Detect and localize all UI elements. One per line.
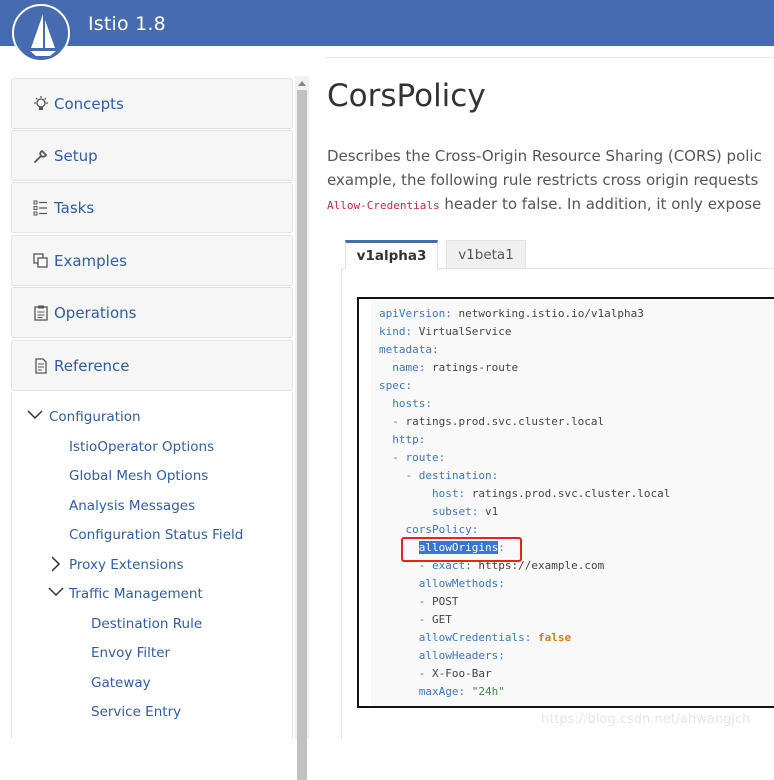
chevron-right-icon[interactable] (51, 556, 61, 572)
nav-gateway[interactable]: Gateway (91, 675, 151, 691)
wrench-icon (32, 147, 50, 165)
top-header: Istio 1.8 (0, 0, 774, 62)
document-icon (32, 357, 50, 375)
sidebar-item-operations[interactable]: Operations (11, 287, 293, 338)
nav-traffic-management[interactable]: Traffic Management (69, 586, 203, 602)
sidebar-item-setup[interactable]: Setup (11, 130, 293, 181)
sidebar-scrollbar[interactable] (295, 76, 309, 780)
sidebar-item-reference[interactable]: Reference (11, 340, 293, 391)
istio-logo-icon[interactable] (12, 4, 70, 62)
highlight-annotation-box (401, 537, 522, 562)
sidebar-item-label: Reference (54, 356, 130, 375)
watermark-text: https://blog.csdn.net/ahwangjch (541, 712, 751, 727)
scroll-up-arrow-icon[interactable] (295, 76, 309, 90)
sidebar-item-examples[interactable]: Examples (11, 235, 293, 286)
nav-service-entry[interactable]: Service Entry (91, 704, 181, 720)
nav-configuration-status-field[interactable]: Configuration Status Field (69, 527, 243, 543)
brand-title[interactable]: Istio 1.8 (88, 13, 166, 35)
tab-v1alpha3[interactable]: v1alpha3 (345, 240, 438, 269)
nav-proxy-extensions[interactable]: Proxy Extensions (69, 557, 184, 573)
sidebar-item-label: Setup (54, 146, 98, 165)
sidebar-item-label: Operations (54, 303, 137, 322)
description-line-1: Describes the Cross-Origin Resource Shar… (327, 147, 762, 165)
nav-global-mesh-options[interactable]: Global Mesh Options (69, 468, 208, 484)
yaml-code[interactable]: apiVersion: networking.istio.io/v1alpha3… (379, 305, 670, 701)
description-line-2: example, the following rule restricts cr… (327, 171, 759, 189)
sidebar-item-tasks[interactable]: Tasks (11, 182, 293, 233)
page-title: CorsPolicy (327, 78, 486, 114)
sidebar-item-concepts[interactable]: Concepts (11, 78, 293, 129)
sidebar-item-label: Examples (54, 251, 127, 270)
description-line-3: Allow-Credentials header to false. In ad… (327, 195, 762, 213)
sidebar-item-label: Tasks (54, 198, 95, 217)
chevron-down-icon[interactable] (48, 587, 64, 597)
clipboard-icon (32, 304, 50, 322)
nav-istiooperator-options[interactable]: IstioOperator Options (69, 439, 214, 455)
scrollbar-thumb[interactable] (297, 90, 307, 780)
nav-envoy-filter[interactable]: Envoy Filter (91, 645, 170, 661)
chevron-down-icon[interactable] (27, 410, 43, 420)
tab-v1beta1[interactable]: v1beta1 (446, 240, 526, 268)
checklist-icon (32, 199, 50, 217)
content-divider (326, 57, 774, 58)
sidebar-item-label: Concepts (54, 94, 124, 113)
nav-analysis-messages[interactable]: Analysis Messages (69, 498, 195, 514)
sidebar: Concepts Setup Tasks Examples Operations… (0, 76, 310, 739)
inline-code: Allow-Credentials (327, 199, 440, 212)
nav-configuration[interactable]: Configuration (49, 409, 141, 425)
lightbulb-icon (32, 95, 50, 113)
nav-destination-rule[interactable]: Destination Rule (91, 616, 202, 632)
layers-icon (32, 252, 50, 270)
